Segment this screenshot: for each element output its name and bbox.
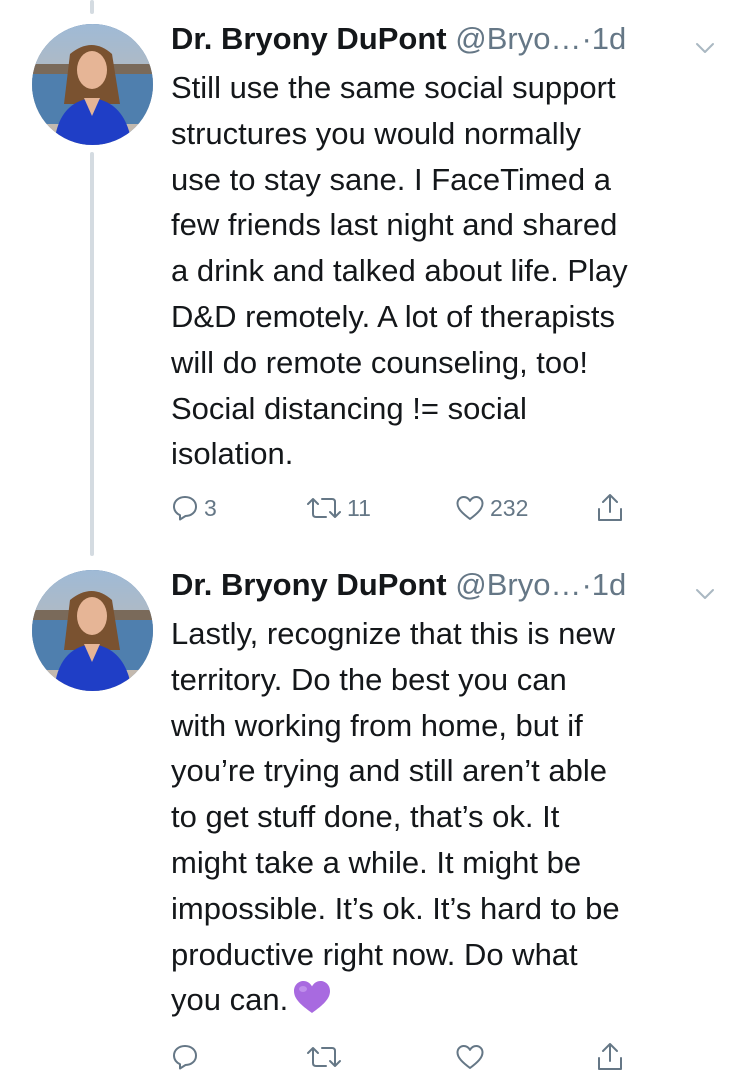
tweet[interactable]: Dr. Bryony DuPont @Bryo…·1d Lastly, reco… — [0, 563, 738, 1070]
tweet-text-line: D&D remotely. A lot of therapists — [171, 298, 615, 334]
like-button[interactable]: 232 — [455, 488, 528, 528]
author-handle[interactable]: @Bryo… — [455, 21, 581, 56]
tweet-text-line: you can. — [171, 982, 289, 1018]
tweet-text-line: Still use the same social support — [171, 70, 616, 105]
retweet-icon — [307, 1047, 341, 1067]
timestamp[interactable]: 1d — [592, 567, 626, 602]
tweet-text-line: with working from home, but if — [171, 707, 583, 743]
tweet-actions: 3 11 232 — [171, 488, 641, 528]
retweet-icon — [307, 498, 341, 518]
profile-photo-icon — [32, 570, 153, 691]
tweet-text-line: you’re trying and still aren’t able — [171, 753, 607, 789]
tweet-text-line: might take a while. It might be — [171, 844, 582, 880]
tweet-text-line: territory. Do the best you can — [171, 661, 567, 697]
separator-dot: · — [581, 21, 592, 56]
chevron-down-icon[interactable] — [694, 27, 716, 53]
author-name[interactable]: Dr. Bryony DuPont — [171, 567, 447, 602]
tweet-text-line: few friends last night and shared — [171, 207, 618, 243]
thread-line-top — [90, 0, 94, 14]
separator-dot: · — [581, 567, 592, 602]
tweet-text-line: to get stuff done, that’s ok. It — [171, 799, 560, 835]
share-button[interactable] — [596, 488, 624, 528]
profile-photo-icon — [32, 24, 153, 145]
author-handle[interactable]: @Bryo… — [455, 567, 581, 602]
heart-icon — [456, 496, 484, 520]
chevron-down-icon[interactable] — [694, 573, 716, 599]
reply-button[interactable]: 3 — [171, 488, 217, 528]
tweet-text: Still use the same social support struct… — [171, 65, 711, 477]
retweet-count: 11 — [347, 494, 371, 521]
tweet-text-line: impossible. It’s ok. It’s hard to be — [171, 890, 620, 926]
avatar[interactable] — [32, 570, 153, 691]
reply-count: 3 — [204, 494, 217, 521]
tweet-text-line: structures you would normally — [171, 115, 582, 151]
like-count: 232 — [490, 494, 529, 521]
tweet[interactable]: Dr. Bryony DuPont @Bryo…·1d Still use th… — [0, 17, 738, 537]
tweet-header: Dr. Bryony DuPont @Bryo…·1d — [171, 563, 716, 607]
tweet-text-line: Social distancing != social — [171, 390, 527, 426]
heart-icon — [456, 1045, 484, 1069]
tweet-text-last-line: you can. — [171, 977, 711, 1028]
tweet-text: Lastly, recognize that this is new terri… — [171, 611, 711, 1028]
share-button[interactable] — [596, 1037, 624, 1077]
purple-heart-icon — [292, 979, 332, 1028]
like-button[interactable] — [455, 1037, 490, 1077]
tweet-text-line: will do remote counseling, too! — [171, 344, 589, 380]
tweet-text-line: use to stay sane. I FaceTimed a — [171, 161, 611, 197]
retweet-button[interactable]: 11 — [306, 488, 371, 528]
share-icon — [598, 494, 622, 521]
tweet-text-line: Lastly, recognize that this is new — [171, 616, 615, 651]
avatar[interactable] — [32, 24, 153, 145]
tweet-header: Dr. Bryony DuPont @Bryo…·1d — [171, 17, 716, 61]
tweet-text-line: productive right now. Do what — [171, 936, 578, 972]
timestamp[interactable]: 1d — [592, 21, 626, 56]
reply-icon — [173, 496, 197, 521]
author-name[interactable]: Dr. Bryony DuPont — [171, 21, 447, 56]
tweet-text-line: a drink and talked about life. Play — [171, 253, 628, 289]
reply-button[interactable] — [171, 1037, 204, 1077]
retweet-button[interactable] — [306, 1037, 347, 1077]
tweet-actions — [171, 1037, 641, 1077]
tweet-text-line: isolation. — [171, 436, 294, 472]
reply-icon — [173, 1045, 197, 1070]
